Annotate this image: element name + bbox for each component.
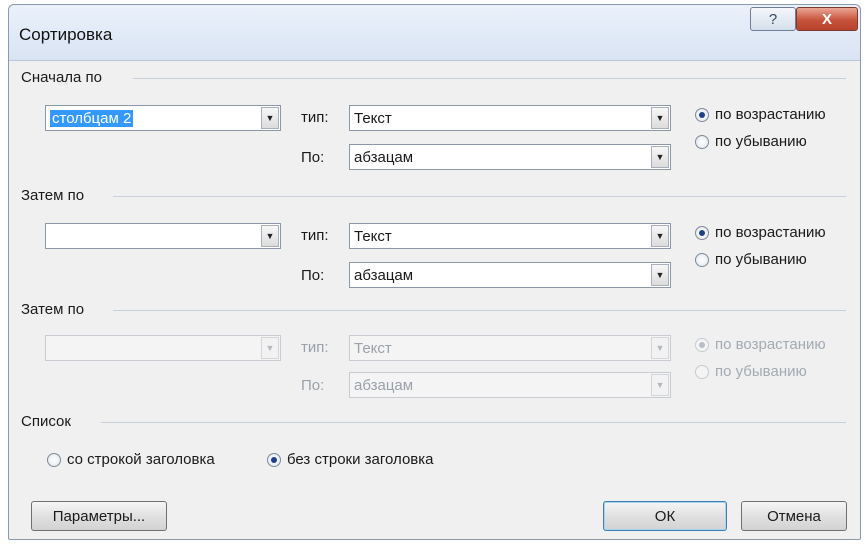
sort2-desc-label: по убыванию bbox=[715, 251, 807, 268]
list-divider bbox=[101, 422, 846, 423]
sort3-asc-radio: по возрастанию bbox=[695, 336, 826, 353]
sort2-group: Затем по bbox=[21, 187, 846, 207]
with-header-radio[interactable]: со строкой заголовка bbox=[47, 451, 215, 468]
chevron-down-icon[interactable]: ▼ bbox=[651, 107, 669, 129]
radio-checked-icon bbox=[267, 452, 281, 467]
sort3-by-combo: абзацам ▼ bbox=[349, 372, 671, 398]
sort2-divider bbox=[113, 196, 846, 197]
sort2-type-label: тип: bbox=[301, 227, 329, 244]
sort3-type-combo: Текст ▼ bbox=[349, 335, 671, 361]
sort1-type-combo[interactable]: Текст ▼ bbox=[349, 105, 671, 131]
sort2-by-combo[interactable]: абзацам ▼ bbox=[349, 262, 671, 288]
radio-unchecked-icon bbox=[47, 452, 61, 467]
sort1-asc-radio[interactable]: по возрастанию bbox=[695, 106, 826, 123]
help-icon: ? bbox=[768, 10, 778, 28]
close-button[interactable]: X bbox=[796, 7, 858, 31]
sort1-type-value: Текст bbox=[354, 109, 392, 127]
chevron-down-icon[interactable]: ▼ bbox=[261, 225, 279, 247]
options-button-label: Параметры... bbox=[52, 507, 146, 525]
close-icon: X bbox=[821, 10, 832, 28]
sort1-field-combo[interactable]: столбцам 2 ▼ bbox=[45, 105, 281, 131]
title-bar: Сортировка ? X bbox=[9, 5, 860, 61]
radio-unchecked-icon bbox=[695, 134, 709, 149]
sort2-by-label: По: bbox=[301, 267, 325, 284]
chevron-down-icon: ▼ bbox=[261, 337, 279, 359]
sort1-divider bbox=[133, 78, 846, 79]
radio-checked-icon bbox=[695, 225, 709, 240]
without-header-label: без строки заголовка bbox=[287, 451, 434, 468]
without-header-radio[interactable]: без строки заголовка bbox=[267, 451, 433, 468]
sort2-asc-radio[interactable]: по возрастанию bbox=[695, 224, 826, 241]
radio-checked-icon bbox=[695, 107, 709, 122]
sort-dialog: Сортировка ? X Сначала по столбцам 2 ▼ т… bbox=[8, 4, 861, 540]
ok-button-label: ОК bbox=[654, 507, 676, 525]
sort2-type-value: Текст bbox=[354, 227, 392, 245]
sort3-group: Затем по bbox=[21, 301, 846, 321]
chevron-down-icon[interactable]: ▼ bbox=[261, 107, 279, 129]
sort1-by-combo[interactable]: абзацам ▼ bbox=[349, 144, 671, 170]
list-heading: Список bbox=[21, 413, 77, 430]
chevron-down-icon: ▼ bbox=[651, 374, 669, 396]
radio-unchecked-icon bbox=[695, 252, 709, 267]
sort1-field-value: столбцам 2 bbox=[50, 109, 134, 127]
sort2-asc-label: по возрастанию bbox=[715, 224, 826, 241]
sort2-field-combo[interactable]: ▼ bbox=[45, 223, 281, 249]
ok-button[interactable]: ОК bbox=[603, 501, 727, 531]
sort2-heading: Затем по bbox=[21, 187, 91, 204]
cancel-button[interactable]: Отмена bbox=[741, 501, 847, 531]
sort3-type-label: тип: bbox=[301, 339, 329, 356]
radio-checked-icon bbox=[695, 337, 709, 352]
sort1-by-label: По: bbox=[301, 149, 325, 166]
sort1-by-value: абзацам bbox=[354, 148, 414, 166]
list-group: Список bbox=[21, 413, 846, 433]
sort3-field-combo: ▼ bbox=[45, 335, 281, 361]
sort1-asc-label: по возрастанию bbox=[715, 106, 826, 123]
sort1-type-label: тип: bbox=[301, 109, 329, 126]
sort2-desc-radio[interactable]: по убыванию bbox=[695, 251, 807, 268]
window-title: Сортировка bbox=[19, 25, 113, 44]
sort1-heading: Сначала по bbox=[21, 69, 109, 86]
sort3-by-label: По: bbox=[301, 377, 325, 394]
sort2-type-combo[interactable]: Текст ▼ bbox=[349, 223, 671, 249]
sort3-type-value: Текст bbox=[354, 339, 392, 357]
sort1-group: Сначала по bbox=[21, 69, 846, 89]
sort3-asc-label: по возрастанию bbox=[715, 336, 826, 353]
cancel-button-label: Отмена bbox=[767, 507, 821, 525]
chevron-down-icon: ▼ bbox=[651, 337, 669, 359]
sort3-by-value: абзацам bbox=[354, 376, 414, 394]
sort3-desc-radio: по убыванию bbox=[695, 363, 807, 380]
chevron-down-icon[interactable]: ▼ bbox=[651, 264, 669, 286]
with-header-label: со строкой заголовка bbox=[67, 451, 215, 468]
sort3-divider bbox=[113, 310, 846, 311]
chevron-down-icon[interactable]: ▼ bbox=[651, 146, 669, 168]
help-button[interactable]: ? bbox=[750, 7, 796, 31]
sort2-by-value: абзацам bbox=[354, 266, 414, 284]
sort3-desc-label: по убыванию bbox=[715, 363, 807, 380]
sort1-desc-label: по убыванию bbox=[715, 133, 807, 150]
radio-unchecked-icon bbox=[695, 364, 709, 379]
sort3-heading: Затем по bbox=[21, 301, 91, 318]
sort1-desc-radio[interactable]: по убыванию bbox=[695, 133, 807, 150]
chevron-down-icon[interactable]: ▼ bbox=[651, 225, 669, 247]
options-button[interactable]: Параметры... bbox=[31, 501, 167, 531]
